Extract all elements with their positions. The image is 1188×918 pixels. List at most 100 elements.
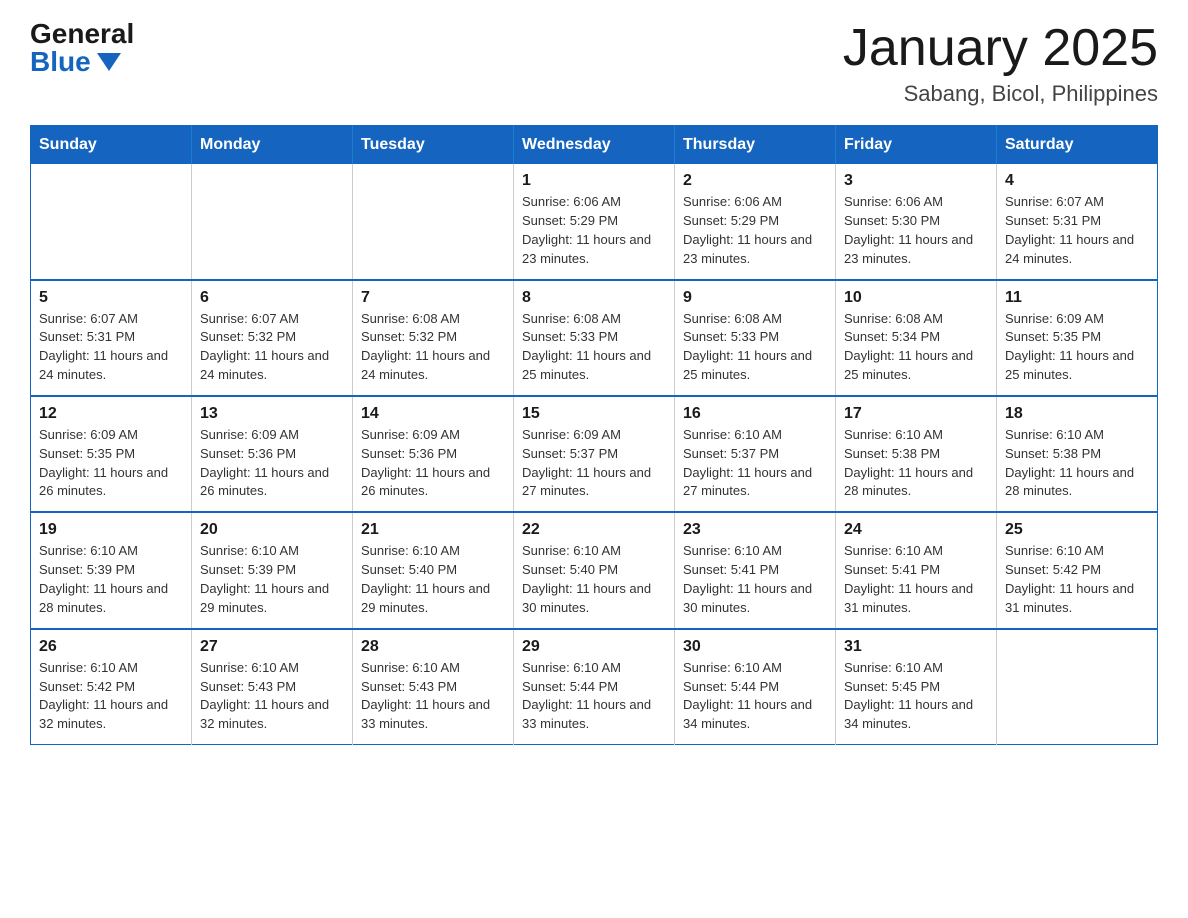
calendar-cell: 21 Sunrise: 6:10 AMSunset: 5:40 PMDayligh… — [353, 512, 514, 628]
location-subtitle: Sabang, Bicol, Philippines — [843, 81, 1158, 107]
day-info: Sunrise: 6:10 AMSunset: 5:43 PMDaylight:… — [361, 659, 505, 734]
calendar-table: SundayMondayTuesdayWednesdayThursdayFrid… — [30, 125, 1158, 745]
day-number: 26 — [39, 638, 183, 656]
logo: General Blue — [30, 20, 134, 76]
day-number: 12 — [39, 405, 183, 423]
day-info: Sunrise: 6:10 AMSunset: 5:41 PMDaylight:… — [683, 542, 827, 617]
calendar-week-row: 12 Sunrise: 6:09 AMSunset: 5:35 PMDayligh… — [31, 396, 1158, 512]
day-number: 25 — [1005, 521, 1149, 539]
column-header-monday: Monday — [192, 126, 353, 165]
calendar-cell: 8 Sunrise: 6:08 AMSunset: 5:33 PMDaylight… — [514, 280, 675, 396]
day-number: 28 — [361, 638, 505, 656]
column-header-tuesday: Tuesday — [353, 126, 514, 165]
day-number: 15 — [522, 405, 666, 423]
calendar-week-row: 19Sunrise: 6:10 AMSunset: 5:39 PMDayligh… — [31, 512, 1158, 628]
calendar-cell: 16 Sunrise: 6:10 AMSunset: 5:37 PMDayligh… — [675, 396, 836, 512]
day-number: 4 — [1005, 172, 1149, 190]
day-number: 29 — [522, 638, 666, 656]
title-block: January 2025 Sabang, Bicol, Philippines — [843, 20, 1158, 107]
day-info: Sunrise: 6:10 AMSunset: 5:37 PMDaylight:… — [683, 426, 827, 501]
day-number: 9 — [683, 289, 827, 307]
calendar-cell: 29 Sunrise: 6:10 AMSunset: 5:44 PMDayligh… — [514, 629, 675, 745]
column-header-saturday: Saturday — [997, 126, 1158, 165]
calendar-cell — [997, 629, 1158, 745]
calendar-cell — [31, 164, 192, 279]
calendar-cell: 31Sunrise: 6:10 AMSunset: 5:45 PMDayligh… — [836, 629, 997, 745]
day-info: Sunrise: 6:07 AMSunset: 5:31 PMDaylight:… — [39, 310, 183, 385]
calendar-cell: 7Sunrise: 6:08 AMSunset: 5:32 PMDaylight… — [353, 280, 514, 396]
calendar-cell: 26 Sunrise: 6:10 AMSunset: 5:42 PMDayligh… — [31, 629, 192, 745]
calendar-cell: 10Sunrise: 6:08 AMSunset: 5:34 PMDayligh… — [836, 280, 997, 396]
day-number: 18 — [1005, 405, 1149, 423]
day-info: Sunrise: 6:06 AMSunset: 5:29 PMDaylight:… — [522, 193, 666, 268]
day-info: Sunrise: 6:07 AMSunset: 5:31 PMDaylight:… — [1005, 193, 1149, 268]
calendar-cell: 20Sunrise: 6:10 AMSunset: 5:39 PMDayligh… — [192, 512, 353, 628]
day-info: Sunrise: 6:06 AMSunset: 5:30 PMDaylight:… — [844, 193, 988, 268]
calendar-week-row: 26 Sunrise: 6:10 AMSunset: 5:42 PMDayligh… — [31, 629, 1158, 745]
day-info: Sunrise: 6:10 AMSunset: 5:40 PMDaylight:… — [361, 542, 505, 617]
day-number: 23 — [683, 521, 827, 539]
day-info: Sunrise: 6:08 AMSunset: 5:33 PMDaylight:… — [522, 310, 666, 385]
calendar-cell: 12 Sunrise: 6:09 AMSunset: 5:35 PMDayligh… — [31, 396, 192, 512]
page-header: General Blue January 2025 Sabang, Bicol,… — [30, 20, 1158, 107]
day-number: 6 — [200, 289, 344, 307]
column-header-wednesday: Wednesday — [514, 126, 675, 165]
day-info: Sunrise: 6:10 AMSunset: 5:44 PMDaylight:… — [522, 659, 666, 734]
day-info: Sunrise: 6:10 AMSunset: 5:42 PMDaylight:… — [1005, 542, 1149, 617]
calendar-cell: 4 Sunrise: 6:07 AMSunset: 5:31 PMDaylight… — [997, 164, 1158, 279]
calendar-cell: 18 Sunrise: 6:10 AMSunset: 5:38 PMDayligh… — [997, 396, 1158, 512]
day-number: 3 — [844, 172, 988, 190]
day-number: 17 — [844, 405, 988, 423]
calendar-cell: 24Sunrise: 6:10 AMSunset: 5:41 PMDayligh… — [836, 512, 997, 628]
logo-triangle-icon — [97, 53, 121, 71]
day-number: 2 — [683, 172, 827, 190]
calendar-cell: 22Sunrise: 6:10 AMSunset: 5:40 PMDayligh… — [514, 512, 675, 628]
day-info: Sunrise: 6:10 AMSunset: 5:40 PMDaylight:… — [522, 542, 666, 617]
day-info: Sunrise: 6:09 AMSunset: 5:35 PMDaylight:… — [39, 426, 183, 501]
calendar-cell: 3 Sunrise: 6:06 AMSunset: 5:30 PMDaylight… — [836, 164, 997, 279]
calendar-week-row: 5 Sunrise: 6:07 AMSunset: 5:31 PMDaylight… — [31, 280, 1158, 396]
calendar-cell: 6 Sunrise: 6:07 AMSunset: 5:32 PMDaylight… — [192, 280, 353, 396]
day-info: Sunrise: 6:10 AMSunset: 5:42 PMDaylight:… — [39, 659, 183, 734]
day-info: Sunrise: 6:07 AMSunset: 5:32 PMDaylight:… — [200, 310, 344, 385]
calendar-week-row: 1 Sunrise: 6:06 AMSunset: 5:29 PMDaylight… — [31, 164, 1158, 279]
day-info: Sunrise: 6:10 AMSunset: 5:41 PMDaylight:… — [844, 542, 988, 617]
column-header-thursday: Thursday — [675, 126, 836, 165]
logo-general-text: General — [30, 20, 134, 48]
day-info: Sunrise: 6:09 AMSunset: 5:36 PMDaylight:… — [361, 426, 505, 501]
column-header-friday: Friday — [836, 126, 997, 165]
day-info: Sunrise: 6:09 AMSunset: 5:37 PMDaylight:… — [522, 426, 666, 501]
calendar-body: 1 Sunrise: 6:06 AMSunset: 5:29 PMDaylight… — [31, 164, 1158, 744]
calendar-cell: 25 Sunrise: 6:10 AMSunset: 5:42 PMDayligh… — [997, 512, 1158, 628]
day-number: 8 — [522, 289, 666, 307]
day-number: 5 — [39, 289, 183, 307]
day-number: 21 — [361, 521, 505, 539]
day-number: 1 — [522, 172, 666, 190]
day-number: 16 — [683, 405, 827, 423]
day-info: Sunrise: 6:10 AMSunset: 5:39 PMDaylight:… — [39, 542, 183, 617]
day-number: 10 — [844, 289, 988, 307]
day-number: 27 — [200, 638, 344, 656]
day-number: 13 — [200, 405, 344, 423]
calendar-header: SundayMondayTuesdayWednesdayThursdayFrid… — [31, 126, 1158, 165]
day-number: 11 — [1005, 289, 1149, 307]
day-info: Sunrise: 6:08 AMSunset: 5:33 PMDaylight:… — [683, 310, 827, 385]
logo-blue-text: Blue — [30, 48, 121, 76]
calendar-cell: 19Sunrise: 6:10 AMSunset: 5:39 PMDayligh… — [31, 512, 192, 628]
column-header-sunday: Sunday — [31, 126, 192, 165]
calendar-cell: 14Sunrise: 6:09 AMSunset: 5:36 PMDayligh… — [353, 396, 514, 512]
calendar-cell: 28 Sunrise: 6:10 AMSunset: 5:43 PMDayligh… — [353, 629, 514, 745]
calendar-cell: 13Sunrise: 6:09 AMSunset: 5:36 PMDayligh… — [192, 396, 353, 512]
day-info: Sunrise: 6:10 AMSunset: 5:38 PMDaylight:… — [1005, 426, 1149, 501]
day-number: 20 — [200, 521, 344, 539]
day-info: Sunrise: 6:06 AMSunset: 5:29 PMDaylight:… — [683, 193, 827, 268]
calendar-cell: 30Sunrise: 6:10 AMSunset: 5:44 PMDayligh… — [675, 629, 836, 745]
calendar-header-row: SundayMondayTuesdayWednesdayThursdayFrid… — [31, 126, 1158, 165]
month-title: January 2025 — [843, 20, 1158, 77]
day-info: Sunrise: 6:10 AMSunset: 5:43 PMDaylight:… — [200, 659, 344, 734]
day-info: Sunrise: 6:09 AMSunset: 5:35 PMDaylight:… — [1005, 310, 1149, 385]
day-info: Sunrise: 6:10 AMSunset: 5:45 PMDaylight:… — [844, 659, 988, 734]
calendar-cell: 2 Sunrise: 6:06 AMSunset: 5:29 PMDaylight… — [675, 164, 836, 279]
day-info: Sunrise: 6:08 AMSunset: 5:32 PMDaylight:… — [361, 310, 505, 385]
day-number: 30 — [683, 638, 827, 656]
